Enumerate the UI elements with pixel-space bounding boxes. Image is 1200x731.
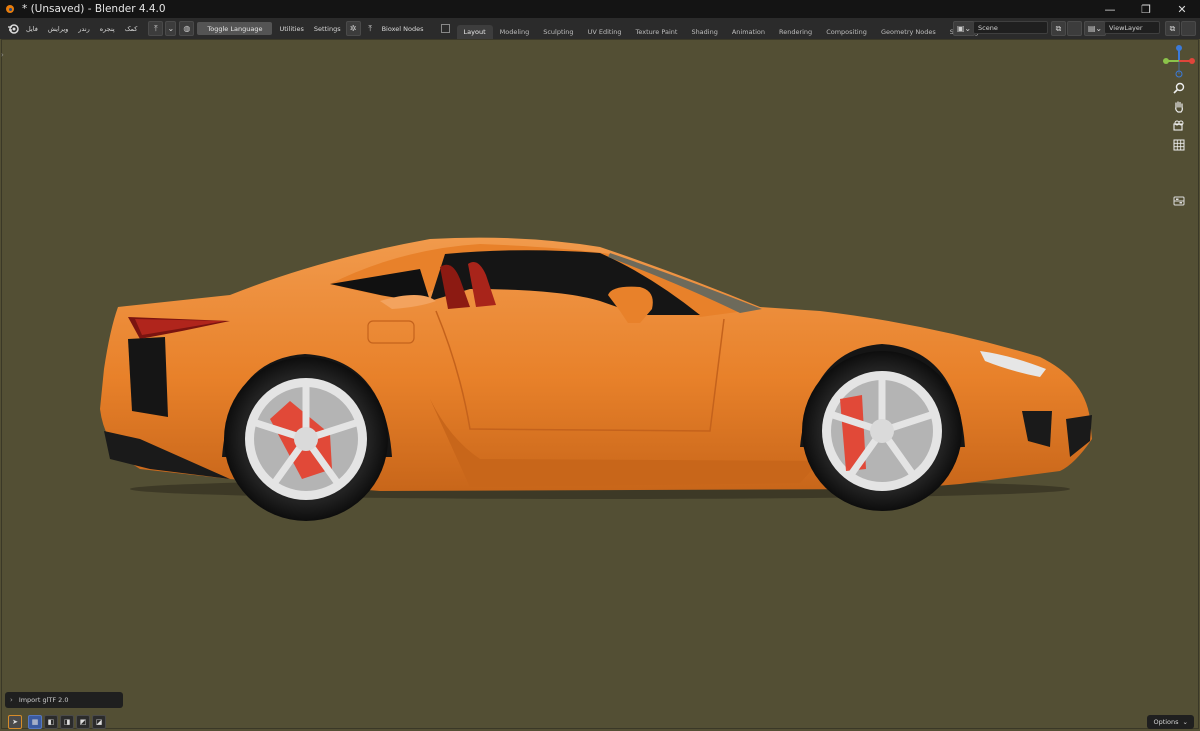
globe-icon[interactable]: ◍: [179, 21, 195, 36]
last-operator-panel[interactable]: › Import glTF 2.0: [5, 692, 123, 708]
menu-help[interactable]: کمک: [120, 25, 143, 33]
menu-edit[interactable]: ویرایش: [43, 25, 73, 33]
select-extend-icon[interactable]: ◧: [44, 714, 58, 729]
tab-compositing[interactable]: Compositing: [819, 25, 874, 39]
tab-sculpting[interactable]: Sculpting: [536, 25, 580, 39]
navigation-gizmo-panel: [1162, 44, 1196, 224]
upload-icon[interactable]: ⤒: [148, 21, 164, 36]
window-controls: — ❐ ✕: [1092, 0, 1200, 18]
chevron-down-icon: ⌄: [1182, 718, 1188, 726]
zoom-icon[interactable]: [1171, 80, 1187, 96]
blender-logo-icon: [4, 3, 16, 15]
tab-layout[interactable]: Layout: [456, 25, 493, 39]
menu-file[interactable]: فایل: [21, 25, 43, 33]
overlay-icon[interactable]: [1171, 193, 1187, 209]
view-layer-field[interactable]: ViewLayer: [1104, 21, 1160, 34]
camera-icon[interactable]: [1171, 118, 1187, 134]
tab-geometry-nodes[interactable]: Geometry Nodes: [874, 25, 943, 39]
delete-scene-icon[interactable]: [1067, 21, 1082, 36]
tab-texture-paint[interactable]: Texture Paint: [628, 25, 684, 39]
dropdown-chevron-icon[interactable]: ⌄: [165, 21, 177, 36]
minimize-button[interactable]: —: [1092, 0, 1128, 18]
tab-animation[interactable]: Animation: [725, 25, 772, 39]
scene-name: Scene: [978, 23, 998, 32]
menu-window[interactable]: پنجره: [95, 25, 120, 33]
options-dropdown[interactable]: Options ⌄: [1147, 715, 1194, 729]
scene-name-field[interactable]: Scene: [973, 21, 1048, 34]
view-layer-selector-icon[interactable]: ▤⌄: [1084, 21, 1106, 36]
upload-arrow-icon[interactable]: ⤒: [364, 22, 377, 35]
checkbox-icon[interactable]: [440, 24, 450, 33]
tab-modeling[interactable]: Modeling: [493, 25, 537, 39]
window-title: * (Unsaved) - Blender 4.4.0: [22, 3, 166, 15]
tab-rendering[interactable]: Rendering: [772, 25, 819, 39]
rear-wheel: [224, 357, 388, 521]
hand-pan-icon[interactable]: [1171, 99, 1187, 115]
gear-icon[interactable]: ✲: [345, 21, 361, 36]
3d-viewport[interactable]: › › Import glTF 2.0 ➤ ▦ ◧ ◨ ◩ ◪ Options …: [0, 39, 1200, 731]
options-label: Options: [1153, 718, 1179, 726]
front-wheel: [802, 351, 962, 511]
menu-utilities[interactable]: Utilities: [274, 25, 308, 33]
menu-render[interactable]: رندر: [73, 25, 95, 33]
menu-settings[interactable]: Settings: [309, 25, 346, 33]
chevron-right-icon[interactable]: ›: [10, 696, 13, 704]
last-operator-label: Import glTF 2.0: [18, 696, 69, 704]
blender-menu-icon[interactable]: [7, 23, 19, 35]
select-new-icon[interactable]: ▦: [28, 714, 42, 729]
toggle-language-button[interactable]: Toggle Language: [197, 22, 273, 35]
view-layer-name: ViewLayer: [1109, 23, 1143, 32]
select-cursor-icon[interactable]: ➤: [8, 714, 22, 729]
select-invert-icon[interactable]: ◩: [76, 714, 90, 729]
selection-mode-toolbar: ➤ ▦ ◧ ◨ ◩ ◪: [8, 713, 106, 730]
tab-uv-editing[interactable]: UV Editing: [581, 25, 629, 39]
new-view-layer-icon[interactable]: ⧉: [1165, 21, 1180, 36]
select-subtract-icon[interactable]: ◨: [60, 714, 74, 729]
title-bar: * (Unsaved) - Blender 4.4.0 — ❐ ✕: [0, 0, 1200, 18]
grid-icon[interactable]: [1171, 137, 1187, 153]
delete-view-layer-icon[interactable]: [1181, 21, 1196, 36]
restore-button[interactable]: ❐: [1128, 0, 1164, 18]
menu-bioxel-nodes[interactable]: Bioxel Nodes: [377, 25, 429, 33]
top-bar: فایل ویرایش رندر پنجره کمک ⤒ ⌄ ◍ Toggle …: [0, 18, 1200, 39]
scene-selector-icon[interactable]: ▣⌄: [953, 21, 975, 36]
axis-gizmo-icon[interactable]: [1162, 44, 1196, 78]
car-model: [100, 237, 1092, 521]
tab-shading[interactable]: Shading: [684, 25, 724, 39]
select-intersect-icon[interactable]: ◪: [92, 714, 106, 729]
close-button[interactable]: ✕: [1164, 0, 1200, 18]
new-scene-icon[interactable]: ⧉: [1051, 21, 1066, 36]
